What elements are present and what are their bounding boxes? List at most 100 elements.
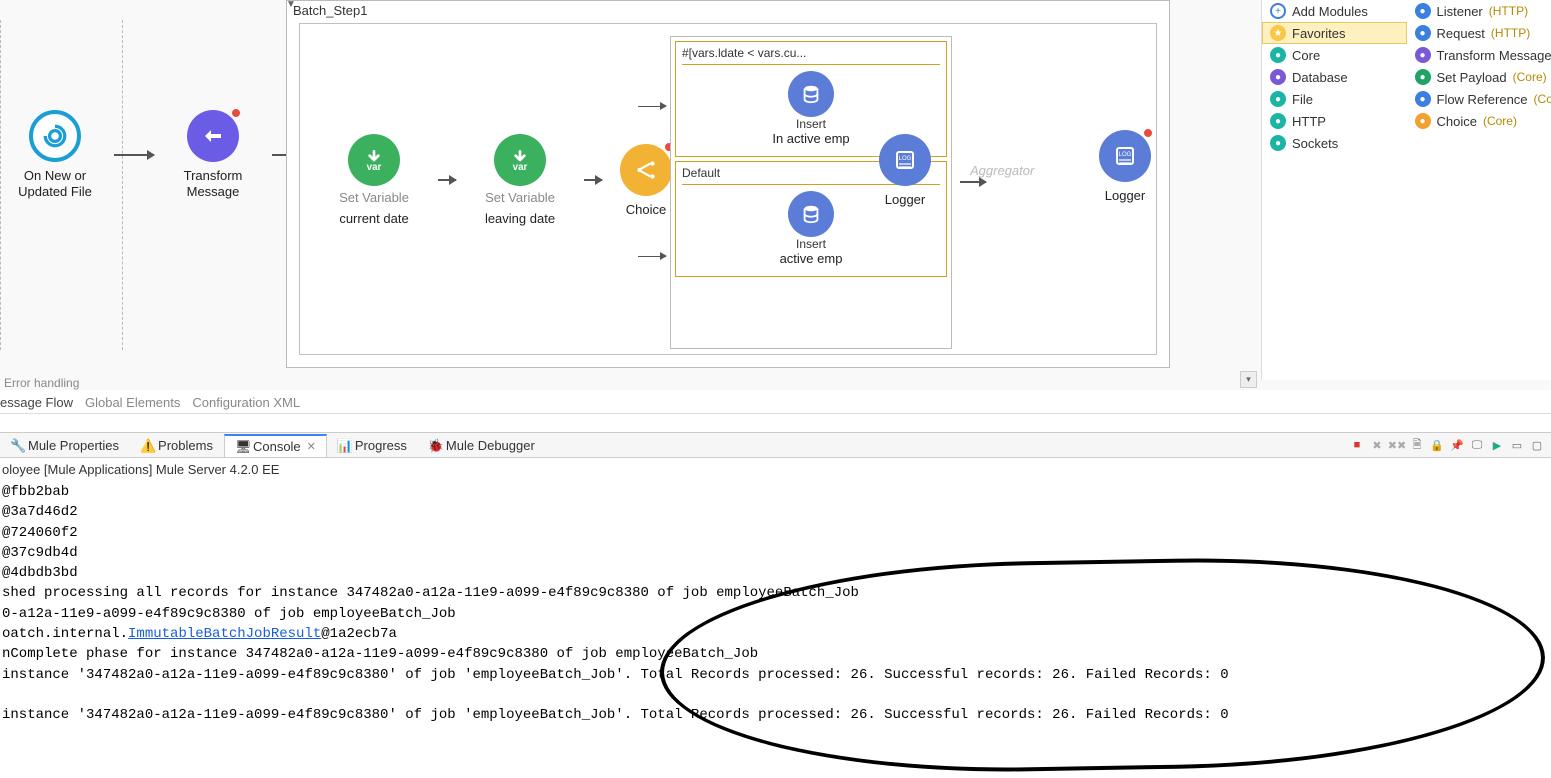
error-handling-label: Error handling [4, 376, 79, 390]
palette-item-label: Database [1292, 70, 1348, 85]
palette-item-label: Choice [1437, 114, 1477, 129]
batch-title: Batch_Step1 [287, 1, 1169, 20]
node-sublabel: Insert [796, 117, 826, 131]
batch-inner: var Set Variable current date var Set Va… [299, 23, 1157, 355]
favorites-icon: ★ [1270, 25, 1286, 41]
palette-item-core[interactable]: ●Core [1262, 44, 1407, 66]
display-selected-button[interactable]: 🖵 [1469, 437, 1485, 453]
palette-item-label: Core [1292, 48, 1320, 63]
listener-icon: ● [1415, 3, 1431, 19]
palette-item-label: Request [1437, 26, 1485, 41]
scroll-lock-button[interactable]: 🔒 [1429, 437, 1445, 453]
node-set-variable-leaving-date[interactable]: var Set Variable leaving date [460, 134, 580, 227]
node-set-variable-current-date[interactable]: var Set Variable current date [314, 134, 434, 227]
palette-item-listener[interactable]: ●Listener (HTTP) [1407, 0, 1551, 22]
flow-arrow [438, 179, 456, 181]
palette-item-label: HTTP [1292, 114, 1326, 129]
console-toolbar: ■ ✖ ✖✖ 🗎 🔒 📌 🖵 ▶ ▭ ▢ [1349, 437, 1551, 453]
palette-item-label: Favorites [1292, 26, 1345, 41]
logger-icon: LOG [893, 148, 917, 172]
subtab-config-xml[interactable]: Configuration XML [192, 395, 300, 410]
tab-mule-debugger[interactable]: 🐞Mule Debugger [418, 435, 546, 456]
flow-canvas[interactable]: On New or Updated File Transform Message… [0, 0, 1551, 390]
transform-icon [201, 124, 225, 148]
palette-item-choice[interactable]: ●Choice (Core) [1407, 110, 1551, 132]
node-label: Logger [885, 192, 925, 208]
tab-mule-properties[interactable]: 🔧Mule Properties [0, 435, 130, 456]
choice-condition: #[vars.ldate < vars.cu... [682, 46, 940, 65]
flow-arrow [584, 179, 602, 181]
mule-palette[interactable]: +Add Modules★Favorites●Core●Database●Fil… [1261, 0, 1551, 380]
node-label: Transform Message [158, 168, 268, 199]
palette-item-suffix: (Core) [1513, 70, 1547, 84]
palette-item-transform-message[interactable]: ●Transform Message [1407, 44, 1551, 66]
aggregator-placeholder: Aggregator [970, 163, 1034, 178]
node-label: active emp [780, 251, 843, 266]
svg-text:LOG: LOG [899, 156, 912, 162]
palette-item-request[interactable]: ●Request (HTTP) [1407, 22, 1551, 44]
close-icon[interactable]: ✕ [307, 440, 316, 453]
palette-item-file[interactable]: ●File [1262, 88, 1407, 110]
palette-item-sockets[interactable]: ●Sockets [1262, 132, 1407, 154]
palette-item-set-payload[interactable]: ●Set Payload (Core) [1407, 66, 1551, 88]
request-icon: ● [1415, 25, 1431, 41]
terminate-button[interactable]: ■ [1349, 437, 1365, 453]
node-sublabel: Insert [796, 237, 826, 251]
palette-item-label: Sockets [1292, 136, 1338, 151]
tab-problems[interactable]: ⚠️ Problems [130, 435, 224, 456]
remove-launch-button[interactable]: ✖ [1369, 437, 1385, 453]
max-button[interactable]: ▢ [1529, 437, 1545, 453]
choice-icon [633, 157, 659, 183]
scroll-down-button[interactable]: ▾ [1240, 371, 1257, 388]
palette-item-flow-reference[interactable]: ●Flow Reference (Cor [1407, 88, 1551, 110]
open-console-button[interactable]: ▶ [1489, 437, 1505, 453]
pin-console-button[interactable]: 📌 [1449, 437, 1465, 453]
node-logger-outer[interactable]: LOG Logger [1080, 130, 1170, 204]
subtab-global-elements[interactable]: Global Elements [85, 395, 180, 410]
palette-item-favorites[interactable]: ★ Favorites [1262, 22, 1407, 44]
problems-icon: ⚠️ [140, 438, 154, 452]
svg-text:LOG: LOG [1119, 152, 1132, 158]
tab-label: Progress [355, 438, 407, 453]
database-icon: ● [1270, 69, 1286, 85]
tab-console[interactable]: 🖥Console✕ [224, 434, 327, 457]
console-icon: 🖥 [235, 439, 249, 453]
palette-favorites-list: ●Listener (HTTP)●Request (HTTP)●Transfor… [1407, 0, 1551, 380]
palette-item-label: Listener [1437, 4, 1483, 19]
clear-console-button[interactable]: 🗎 [1409, 437, 1425, 453]
node-sublabel: Set Variable [339, 190, 409, 205]
node-label: Logger [1105, 188, 1145, 204]
remove-all-button[interactable]: ✖✖ [1389, 437, 1405, 453]
error-badge-icon [231, 108, 241, 118]
variable-icon: var [507, 147, 533, 173]
svg-text:var: var [367, 162, 382, 173]
palette-item-label: Add Modules [1292, 4, 1368, 19]
palette-item-label: File [1292, 92, 1313, 107]
node-label: leaving date [485, 211, 555, 227]
batch-step-container[interactable]: ▼ Batch_Step1 var Set Variable current d… [286, 0, 1170, 368]
logger-icon: LOG [1113, 144, 1137, 168]
node-on-new-file[interactable]: On New or Updated File [0, 110, 110, 199]
node-logger[interactable]: LOG Logger [860, 134, 950, 208]
tab-label: Mule Properties [28, 438, 119, 453]
debugger-icon: 🐞 [428, 438, 442, 452]
node-sublabel: Set Variable [485, 190, 555, 205]
add-modules-icon: + [1270, 3, 1286, 19]
database-icon [800, 83, 822, 105]
flow-arrow [638, 106, 666, 107]
tab-progress[interactable]: 📊Progress [327, 435, 418, 456]
palette-item-label: Transform Message [1437, 48, 1551, 63]
console-output[interactable]: @fbb2bab @3a7d46d2 @724060f2 @37c9db4d @… [0, 480, 1551, 773]
node-transform-message[interactable]: Transform Message [158, 110, 268, 199]
subtab-message-flow[interactable]: essage Flow [0, 395, 73, 410]
palette-item-http[interactable]: ●HTTP [1262, 110, 1407, 132]
palette-item-label: Set Payload [1437, 70, 1507, 85]
tab-label: Problems [158, 438, 213, 453]
palette-item-database[interactable]: ● Database [1262, 66, 1407, 88]
palette-categories: + Add Modules ★ Favorites ●Core ● Database ●Fil… [1262, 0, 1407, 380]
error-badge-icon [1143, 128, 1153, 138]
variable-icon: var [361, 147, 387, 173]
palette-item-add-modules[interactable]: + Add Modules [1262, 0, 1407, 22]
min-button[interactable]: ▭ [1509, 437, 1525, 453]
database-icon [800, 203, 822, 225]
